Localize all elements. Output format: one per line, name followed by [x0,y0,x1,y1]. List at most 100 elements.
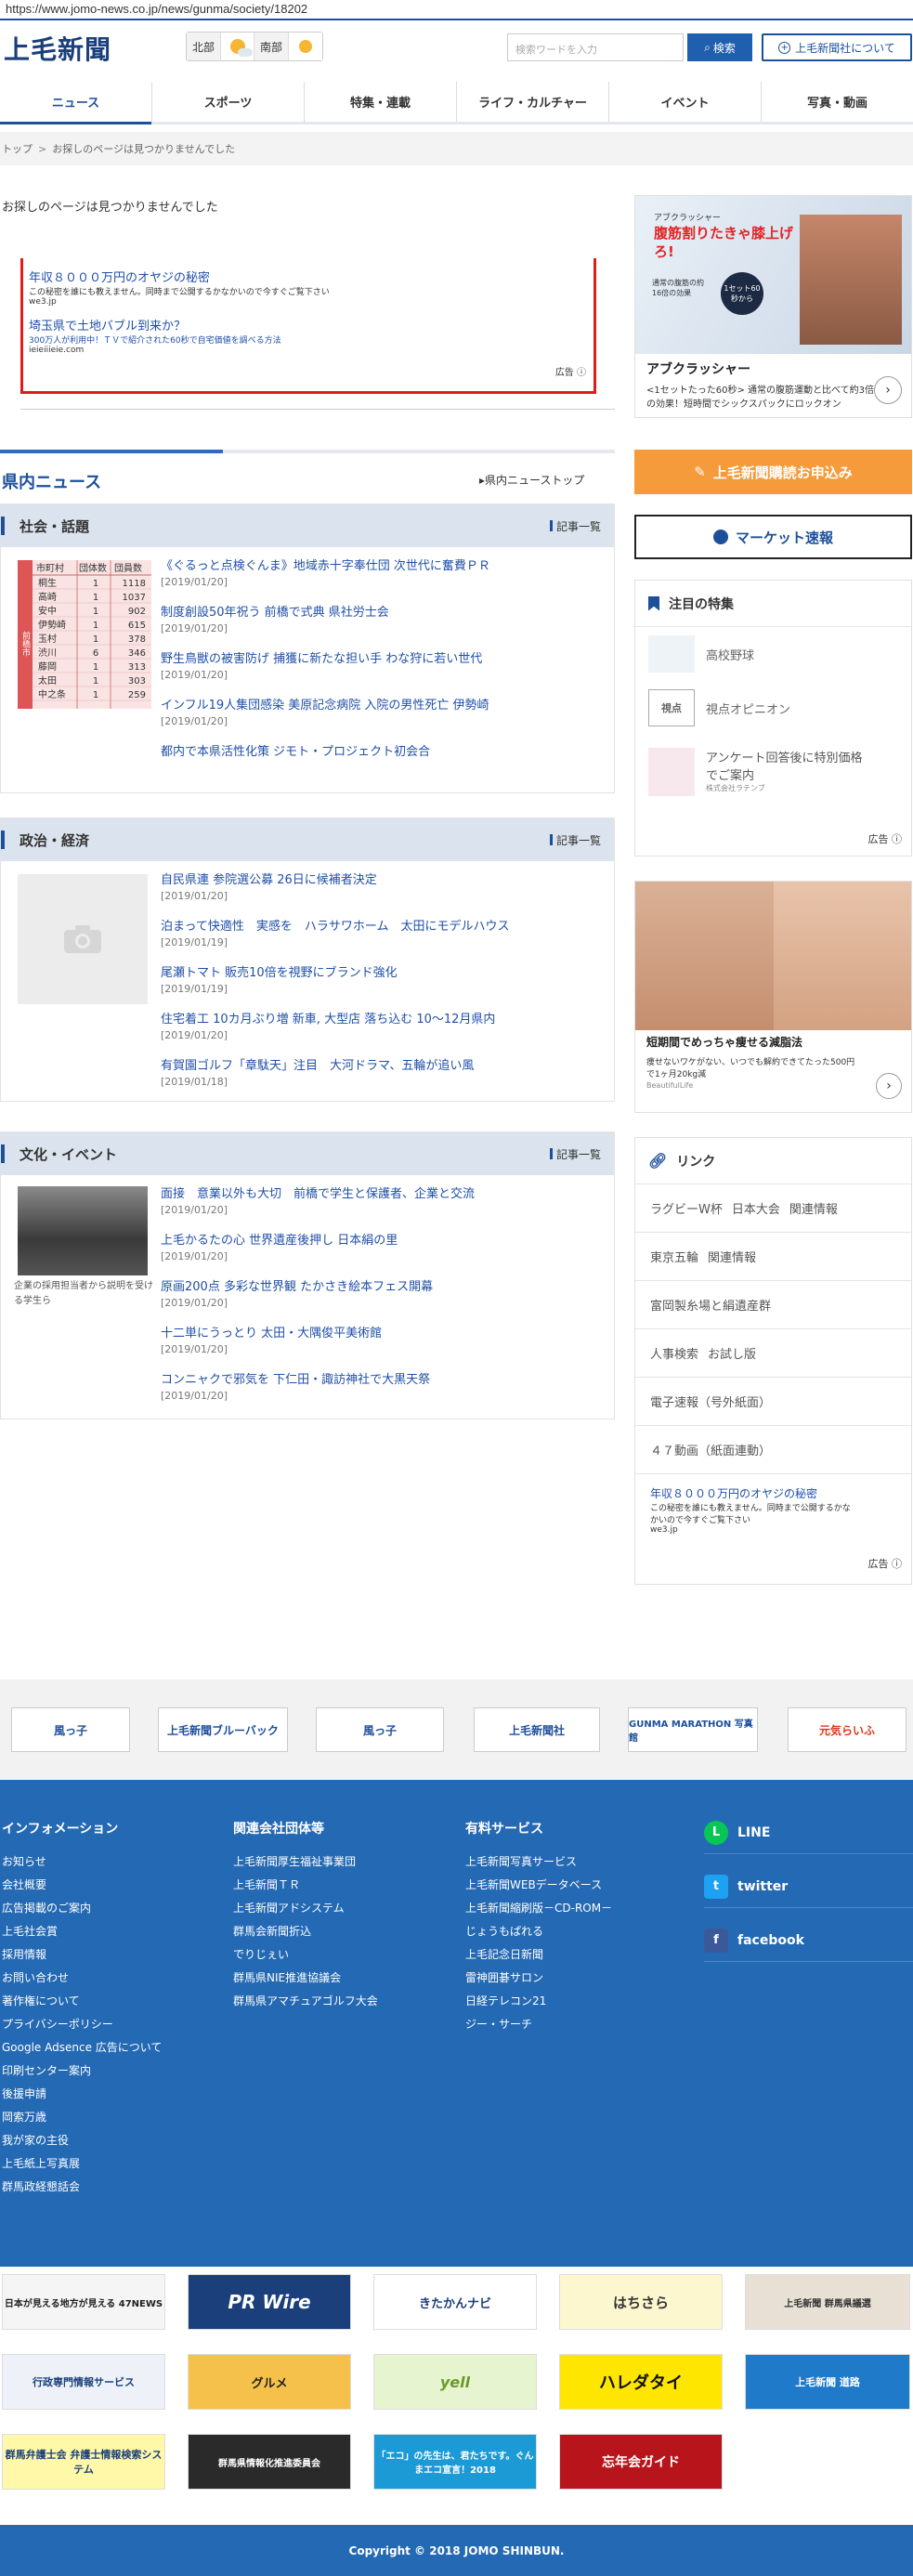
link-text[interactable]: 東京五輪 [650,1248,698,1265]
partner-banner[interactable]: 上毛新聞ブルーバック [158,1707,288,1752]
list-item[interactable]: 十二単にうっとり 太田・大隅俊平美術館 [2019/01/20] [161,1326,475,1372]
banner-ad[interactable]: ハレダタイ [559,2354,723,2410]
list-item[interactable]: 野生鳥獣の被害防げ 捕獲に新たな担い手 わな狩に若い世代 [2019/01/20] [161,651,490,698]
article-title[interactable]: 十二単にうっとり 太田・大隅俊平美術館 [161,1326,475,1342]
footer-link[interactable]: 上毛新聞写真サービス [465,1850,612,1874]
nav-tab-sports[interactable]: スポーツ [152,82,305,122]
sidebar-display-ad[interactable]: アブクラッシャー 腹筋割りたきゃ膝上げろ! 通常の腹筋の約16倍の効果 1セット… [634,195,912,418]
more-link[interactable]: 記事一覧 [550,832,601,848]
footer-link[interactable]: 岡索万歳 [2,2106,162,2129]
article-title[interactable]: 都内で本県活性化策 ジモト・プロジェクト初会合 [161,744,490,761]
footer-link[interactable]: 会社概要 [2,1874,162,1897]
link-text[interactable]: 富岡製糸場と絹遺産群 [650,1296,771,1314]
links-ad[interactable]: 年収８０００万円のオヤジの秘密 この秘密を誰にも教えません。同時まで公開するかな… [635,1474,911,1546]
footer-link[interactable]: 上毛記念日新聞 [465,1943,612,1967]
footer-link[interactable]: 群馬県NIE推進協議会 [233,1967,378,1990]
link-row[interactable]: 富岡製糸場と絹遺産群 [635,1281,911,1329]
social-facebook[interactable]: f facebook [704,1919,913,1962]
article-title[interactable]: 上毛かるたの心 世界遺産後押し 日本絹の里 [161,1233,475,1249]
nav-tab-life[interactable]: ライフ・カルチャー [457,82,609,122]
article-photo[interactable] [18,1186,148,1275]
site-logo[interactable]: 上毛新聞 [4,30,111,67]
link-row[interactable]: 人事検索 お試し版 [635,1329,911,1378]
list-item[interactable]: 有賀園ゴルフ「章駄天」注目 大河ドラマ、五輪が追い風 [2019/01/18] [161,1058,509,1105]
footer-link[interactable]: じょうもぱれる [465,1920,612,1943]
list-item[interactable]: 《ぐるっと点検ぐんま》地域赤十字奉仕団 次世代に奮費ＰＲ [2019/01/20] [161,558,490,605]
list-item[interactable]: 面接 意業以外も大切 前橋で学生と保護者、企業と交流 [2019/01/20] [161,1186,475,1233]
banner-ad[interactable]: はちさら [559,2274,723,2330]
link-row[interactable]: ４７動画（紙面連動） [635,1426,911,1474]
article-title[interactable]: 野生鳥獣の被害防げ 捕獲に新たな担い手 わな狩に若い世代 [161,651,490,668]
list-item[interactable]: 原画200点 多彩な世界観 たかさき絵本フェス開幕 [2019/01/20] [161,1279,475,1326]
footer-link[interactable]: 著作権について [2,1990,162,2013]
article-title[interactable]: 泊まって快適性 実感を ハラサワホーム 太田にモデルハウス [161,919,509,935]
footer-link[interactable]: 群馬県アマチュアゴルフ大会 [233,1990,378,2013]
list-item[interactable]: 都内で本県活性化策 ジモト・プロジェクト初会合 [161,744,490,791]
footer-link[interactable]: 日経テレコン21 [465,1990,612,2013]
article-title[interactable]: 尾瀬トマト 販売10倍を視野にブランド強化 [161,965,509,982]
banner-ad[interactable]: 上毛新聞 道路 [745,2354,910,2410]
footer-link[interactable]: 上毛新聞縮刷版－CD-ROM－ [465,1897,612,1920]
footer-link[interactable]: 群馬政経懇話会 [2,2176,162,2199]
partner-banner[interactable]: 風っ子 [11,1707,130,1752]
list-item[interactable]: 尾瀬トマト 販売10倍を視野にブランド強化 [2019/01/19] [161,965,509,1012]
banner-ad[interactable]: きたかんナビ [373,2274,537,2330]
footer-link[interactable]: 印刷センター案内 [2,2059,162,2083]
link-text[interactable]: 日本大会 [732,1199,780,1217]
footer-link[interactable]: ジー・サーチ [465,2013,612,2036]
list-item[interactable]: コンニャクで邪気を 下仁田・諏訪神社で大黒天祭 [2019/01/20] [161,1372,475,1419]
article-title[interactable]: 原画200点 多彩な世界観 たかさき絵本フェス開幕 [161,1279,475,1296]
article-title[interactable]: 自民県連 参院選公募 26日に候補者決定 [161,872,509,889]
banner-ad[interactable]: PR Wire [188,2274,351,2330]
banner-ad[interactable]: 群馬弁護士会 弁護士情報検索システム [2,2434,165,2490]
footer-link[interactable]: プライバシーポリシー [2,2013,162,2036]
article-title[interactable]: インフル19人集団感染 美原記念病院 入院の男性死亡 伊勢崎 [161,698,490,714]
list-item[interactable]: 泊まって快適性 実感を ハラサワホーム 太田にモデルハウス [2019/01/19… [161,919,509,965]
ad-title-1[interactable]: 年収８０００万円のオヤジの秘密 [29,268,588,285]
link-text[interactable]: 関連情報 [708,1248,756,1265]
footer-link[interactable]: 採用情報 [2,1943,162,1967]
url-bar[interactable]: https://www.jomo-news.co.jp/news/gunma/s… [0,0,913,20]
social-line[interactable]: L LINE [704,1811,913,1854]
weather-widget[interactable]: 北部 南部 [186,32,324,61]
link-row[interactable]: 東京五輪 関連情報 [635,1233,911,1281]
link-row[interactable]: ラグビーW杯 日本大会 関連情報 [635,1184,911,1233]
list-item[interactable]: インフル19人集団感染 美原記念病院 入院の男性死亡 伊勢崎 [2019/01/2… [161,698,490,744]
banner-ad[interactable]: 「エコ」の先生は、君たちです。ぐんまエコ宣言！2018 [373,2434,537,2490]
footer-link[interactable]: 群馬会新聞折込 [233,1920,378,1943]
ad-title-2[interactable]: 埼玉県で土地バブル到来か？ [29,316,588,333]
search-input[interactable]: 検索ワードを入力 [507,33,684,61]
featured-ad[interactable]: アンケート回答後に特別価格でご案内 株式会社ラテンブ [635,735,911,796]
partner-banner[interactable]: 元気らいふ [788,1707,906,1752]
featured-item[interactable]: 視点 視点オピニオン [635,681,911,735]
list-item[interactable]: 住宅着工 10カ月ぶり増 新車, 大型店 落ち込む 10～12月県内 [2019/… [161,1012,509,1058]
article-title[interactable]: 《ぐるっと点検ぐんま》地域赤十字奉仕団 次世代に奮費ＰＲ [161,558,490,575]
chevron-right-icon[interactable]: › [874,376,902,404]
links-ad-title[interactable]: 年収８０００万円のオヤジの秘密 [650,1485,896,1501]
banner-ad[interactable]: 日本が見える地方が見える 47NEWS [2,2274,165,2330]
about-button[interactable]: + 上毛新聞社について [762,33,912,61]
featured-item[interactable]: 高校野球 [635,627,911,681]
nav-tab-news[interactable]: ニュース [0,82,152,124]
breadcrumb-home[interactable]: トップ [2,141,33,156]
footer-link[interactable]: 上毛新聞厚生福祉事業団 [233,1850,378,1874]
text-ad[interactable]: 年収８０００万円のオヤジの秘密 この秘密を誰にも教えません。同時まで公開するかな… [20,258,596,394]
banner-ad[interactable]: グルメ [188,2354,351,2410]
partner-banner[interactable]: 上毛新聞社 [474,1707,600,1752]
link-text[interactable]: ラグビーW杯 [650,1199,723,1217]
banner-ad[interactable]: 行政専門情報サービス [2,2354,165,2410]
banner-ad[interactable]: 上毛新聞 群馬県議選 [745,2274,910,2330]
banner-ad[interactable]: 群馬県情報化推進委員会 [188,2434,351,2490]
banner-ad[interactable]: 忘年会ガイド [559,2434,723,2490]
more-link[interactable]: 記事一覧 [550,518,601,534]
link-row[interactable]: 電子速報（号外紙面） [635,1378,911,1426]
article-thumbnail[interactable]: 前橋市 市町村 団体数 団員数 桐生 1 1118 高崎 1 1037 安中 1 902 伊勢崎 1 615 玉… [18,560,151,709]
footer-link[interactable]: 上毛新聞ＴＲ [233,1874,378,1897]
partner-banner[interactable]: 風っ子 [316,1707,444,1752]
article-title[interactable]: 面接 意業以外も大切 前橋で学生と保護者、企業と交流 [161,1186,475,1203]
footer-link[interactable]: 上毛新聞アドシステム [233,1897,378,1920]
article-title[interactable]: 住宅着工 10カ月ぶり増 新車, 大型店 落ち込む 10～12月県内 [161,1012,509,1028]
footer-link[interactable]: お知らせ [2,1850,162,1874]
nav-tab-events[interactable]: イベント [609,82,762,122]
footer-link[interactable]: 上毛新聞WEBデータベース [465,1874,612,1897]
